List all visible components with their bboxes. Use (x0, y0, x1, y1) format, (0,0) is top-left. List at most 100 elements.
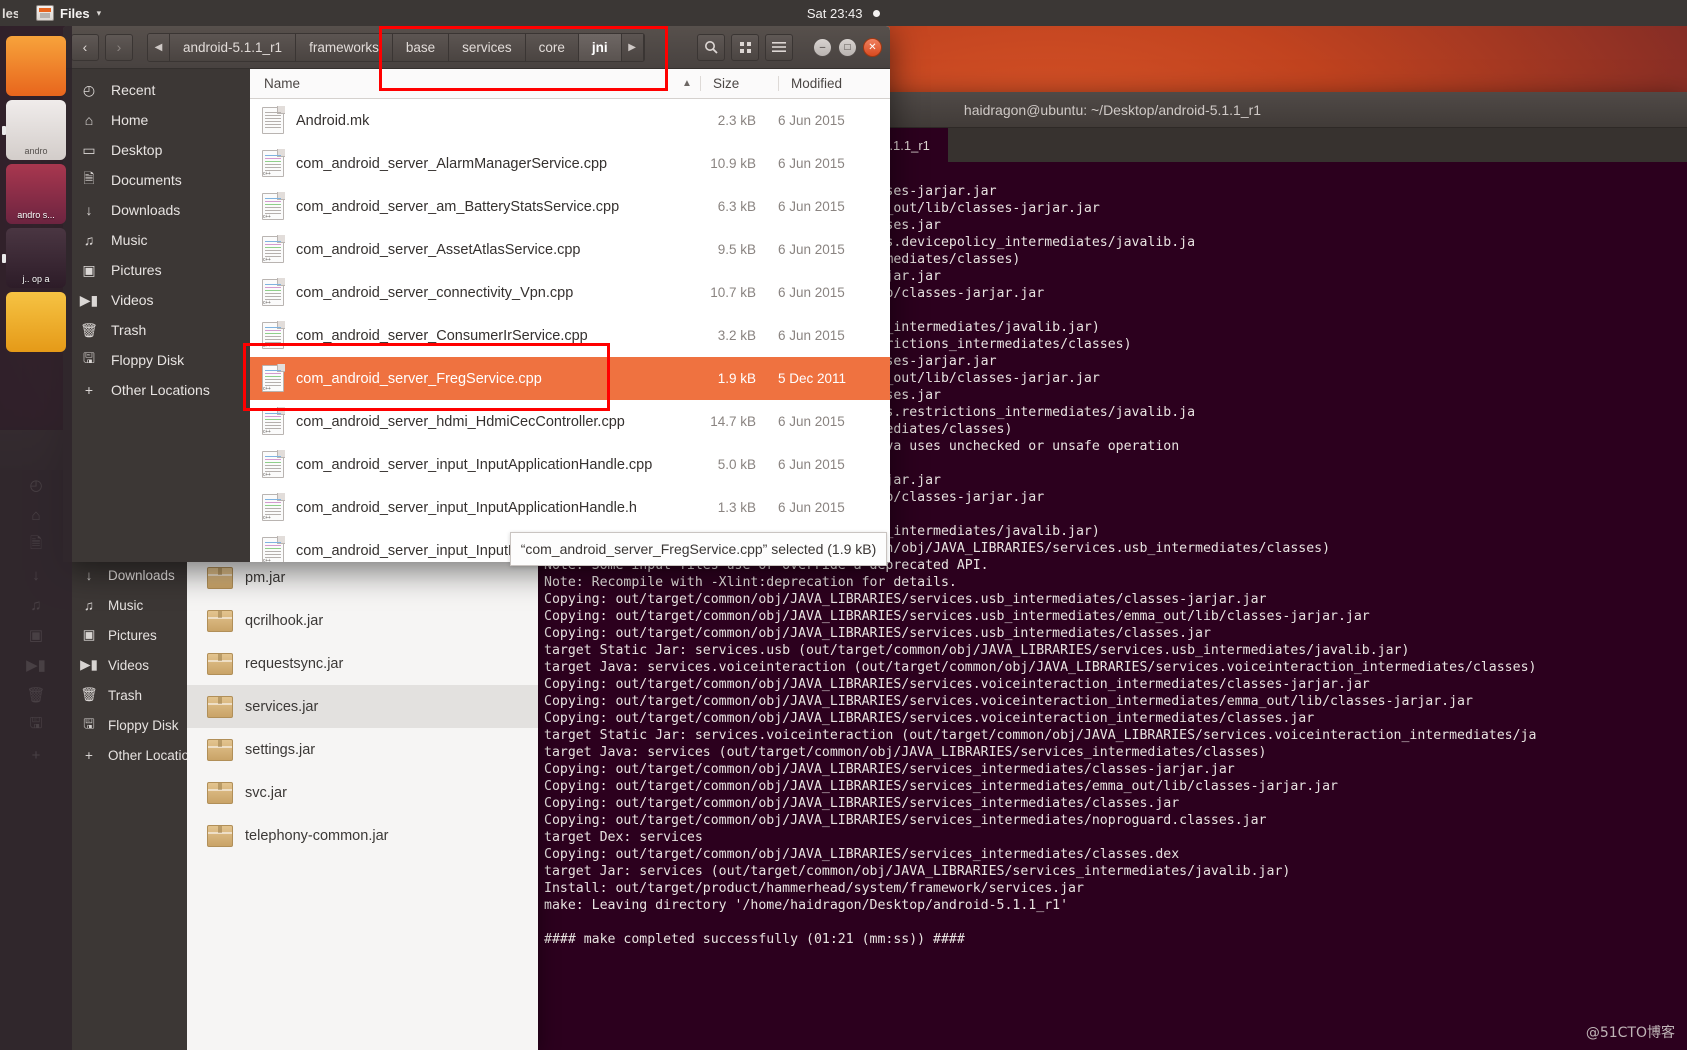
forward-button[interactable]: › (105, 33, 133, 61)
launcher-item-terminal[interactable]: j.. op a (2, 228, 66, 288)
background-sidebar-item[interactable]: 🗑 Trash (72, 680, 187, 710)
file-name: com_android_server_connectivity_Vpn.cpp (296, 284, 574, 301)
cpp-file-icon: c++ (262, 192, 285, 220)
hamburger-menu-icon[interactable] (765, 33, 793, 61)
breadcrumb-segment-4[interactable]: core (525, 33, 579, 61)
terminal-line: Copying: out/target/common/obj/JAVA_LIBR… (544, 677, 1370, 692)
breadcrumb[interactable]: ◀ android-5.1.1_r1 frameworks base servi… (147, 32, 645, 62)
app-menu-title[interactable]: Files (60, 6, 90, 21)
sidebar-item-pictures[interactable]: ▣ Pictures (63, 255, 250, 285)
sidebar-item-trash[interactable]: 🗑 Trash (63, 315, 250, 345)
close-button[interactable]: ✕ (863, 37, 882, 57)
top-panel[interactable]: les Files ▾ Sat 23:43 (0, 0, 1687, 26)
column-header-modified[interactable]: Modified (778, 76, 890, 91)
sidebar-item-recent[interactable]: ◴ Recent (63, 75, 250, 105)
background-sidebar-item[interactable]: + Other Locations (72, 740, 203, 770)
file-manager-sidebar[interactable]: ◴ Recent ⌂ Home ▭ Desktop 🗎 Documents ↓ Downloads… (63, 69, 250, 562)
column-header-name[interactable]: Name (250, 76, 674, 91)
file-name: com_android_server_AlarmManagerService.c… (296, 155, 608, 172)
background-file-name: services.jar (245, 698, 319, 715)
background-sidebar-item[interactable]: ▶▮ Videos (72, 650, 187, 680)
sidebar-item-label: Music (111, 232, 148, 248)
chevron-down-icon[interactable]: ▾ (97, 8, 102, 19)
sidebar-item-other-locations[interactable]: + Other Locations (63, 375, 250, 405)
file-name: com_android_server_am_BatteryStatsServic… (296, 198, 620, 215)
file-size: 5.0 kB (717, 457, 756, 472)
file-list-row[interactable]: c++ com_android_server_ConsumerIrService.… (250, 314, 890, 357)
background-sidebar-icon: ↓ (85, 567, 93, 583)
file-manager-header[interactable]: ‹ › ◀ android-5.1.1_r1 frameworks base s… (63, 26, 890, 69)
terminal-line: Copying: out/target/common/obj/JAVA_LIBR… (544, 626, 1211, 641)
sidebar-item-home[interactable]: ⌂ Home (63, 105, 250, 135)
sidebar-item-label: Recent (111, 82, 156, 98)
launcher-item-files-label: andro (24, 146, 48, 156)
maximize-button[interactable]: □ (838, 37, 857, 57)
file-list[interactable]: Android.mk 2.3 kB 6 Jun 2015 c++ com_android… (250, 99, 890, 562)
terminal-line: target Static Jar: services.usb (out/tar… (544, 643, 1410, 658)
file-manager-window[interactable]: ‹ › ◀ android-5.1.1_r1 frameworks base s… (63, 26, 890, 562)
file-list-row[interactable]: c++ com_android_server_AssetAtlasService.… (250, 228, 890, 271)
cpp-file-icon: c++ (262, 321, 285, 349)
column-header-size[interactable]: Size (700, 76, 778, 91)
breadcrumb-segment-3[interactable]: services (449, 33, 526, 61)
file-list-row[interactable]: c++ com_android_server_hdmi_HdmiCecContro… (250, 400, 890, 443)
sidebar-item-downloads[interactable]: ↓ Downloads (63, 195, 250, 225)
background-sidebar-item[interactable]: ▣ Pictures (72, 620, 187, 650)
file-list-row[interactable]: c++ com_android_server_am_BatteryStatsSer… (250, 185, 890, 228)
launcher-item-amazon[interactable] (6, 292, 66, 352)
file-name: com_android_server_ConsumerIrService.cpp (296, 327, 588, 344)
floppy-icon: 🖫 (83, 350, 95, 366)
background-sidebar-icon: ▣ (82, 627, 96, 642)
background-file-row[interactable]: pm.jar (187, 556, 538, 599)
back-button[interactable]: ‹ (71, 33, 99, 61)
background-sidebar-item[interactable]: ↓ Downloads (72, 560, 187, 590)
sidebar-item-music[interactable]: ♫ Music (63, 225, 250, 255)
background-file-name: telephony-common.jar (245, 827, 389, 844)
sort-ascending-icon[interactable]: ▲ (674, 78, 700, 89)
view-grid-icon[interactable] (731, 33, 759, 61)
background-file-row[interactable]: settings.jar (187, 728, 538, 771)
minimize-button[interactable]: – (813, 37, 832, 57)
breadcrumb-scroll-left-icon[interactable]: ◀ (148, 33, 170, 61)
downloads-icon: ↓ (85, 202, 93, 218)
sidebar-item-desktop[interactable]: ▭ Desktop (63, 135, 250, 165)
file-list-row[interactable]: Android.mk 2.3 kB 6 Jun 2015 (250, 99, 890, 142)
unity-launcher[interactable]: andro andro s... j.. op a (0, 26, 72, 1050)
background-file-row[interactable]: services.jar (187, 685, 538, 728)
documents-icon: 🗎 (83, 170, 95, 186)
breadcrumb-segment-2[interactable]: base (392, 33, 450, 61)
clock[interactable]: Sat 23:43 (0, 6, 1687, 21)
file-list-row[interactable]: c++ com_android_server_AlarmManagerServic… (250, 142, 890, 185)
file-list-row[interactable]: c++ com_android_server_input_InputApplica… (250, 443, 890, 486)
background-sidebar-item[interactable]: ♫ Music (72, 590, 187, 620)
sidebar-item-floppy-disk[interactable]: 🖫 Floppy Disk (63, 345, 250, 375)
sidebar-item-videos[interactable]: ▶▮ Videos (63, 285, 250, 315)
background-sidebar-icon: 🖫 (83, 715, 95, 731)
sidebar-item-documents[interactable]: 🗎 Documents (63, 165, 250, 195)
launcher-item-ubuntu-software[interactable]: andro s... (6, 164, 66, 224)
launcher-item-terminal-label: j.. op a (22, 274, 50, 284)
breadcrumb-segment-5[interactable]: jni (578, 33, 622, 61)
background-file-name: svc.jar (245, 784, 287, 801)
launcher-item-firefox[interactable] (6, 36, 66, 96)
background-file-row[interactable]: svc.jar (187, 771, 538, 814)
background-sidebar-item-label: Downloads (108, 567, 175, 583)
file-icon-cell: c++ (250, 192, 296, 220)
launcher-item-files[interactable]: andro (2, 100, 66, 160)
search-icon[interactable] (697, 33, 725, 61)
file-list-row[interactable]: c++ com_android_server_input_InputApplica… (250, 486, 890, 529)
breadcrumb-segment-0[interactable]: android-5.1.1_r1 (170, 33, 297, 61)
file-modified: 6 Jun 2015 (778, 414, 845, 429)
running-indicator (2, 254, 6, 263)
background-file-row[interactable]: requestsync.jar (187, 642, 538, 685)
file-name: Android.mk (296, 112, 370, 129)
breadcrumb-segment-1[interactable]: frameworks (296, 33, 393, 61)
background-file-row[interactable]: telephony-common.jar (187, 814, 538, 857)
breadcrumb-scroll-right-icon[interactable]: ▶ (621, 33, 644, 61)
background-sidebar-item-label: Music (108, 597, 144, 613)
sidebar-item-label: Downloads (111, 202, 181, 218)
file-list-row[interactable]: c++ com_android_server_FregService.cpp 1.9… (250, 357, 890, 400)
file-list-row[interactable]: c++ com_android_server_connectivity_Vpn.c… (250, 271, 890, 314)
background-file-row[interactable]: qcrilhook.jar (187, 599, 538, 642)
background-sidebar-item[interactable]: 🖫 Floppy Disk (72, 710, 187, 740)
